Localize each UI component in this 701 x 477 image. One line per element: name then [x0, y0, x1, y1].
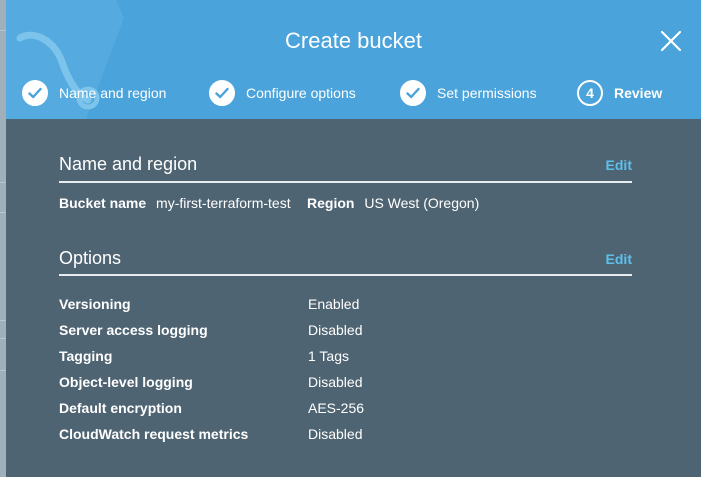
- step-label: Configure options: [246, 85, 356, 101]
- section-title-options: Options: [59, 248, 122, 268]
- option-label-cloudwatch-metrics: CloudWatch request metrics: [59, 426, 249, 442]
- step-set-permissions[interactable]: Set permissions: [400, 78, 537, 108]
- region-label: Region: [307, 195, 355, 211]
- step-label: Review: [614, 85, 663, 101]
- option-label-versioning: Versioning: [59, 296, 131, 312]
- option-label-object-level-logging: Object-level logging: [59, 374, 193, 390]
- section-title-name-region: Name and region: [59, 154, 198, 174]
- bucket-name-label: Bucket name: [59, 195, 147, 211]
- wizard-steps: Name and region Configure options Set pe…: [6, 78, 701, 108]
- option-label-server-access-logging: Server access logging: [59, 322, 208, 338]
- modal-title: Create bucket: [285, 28, 422, 53]
- checkmark-icon: [209, 80, 235, 106]
- create-bucket-modal: Create bucket Name and region Configure …: [6, 0, 701, 477]
- option-value-object-level-logging: Disabled: [308, 374, 363, 390]
- option-value-versioning: Enabled: [308, 296, 360, 312]
- step-number: 4: [577, 80, 603, 106]
- step-label: Name and region: [59, 85, 167, 101]
- step-label: Set permissions: [437, 85, 537, 101]
- edit-name-region-link[interactable]: Edit: [606, 157, 632, 173]
- step-configure-options[interactable]: Configure options: [209, 78, 356, 108]
- bucket-name-row: Bucket name my-first-terraform-test: [59, 195, 291, 211]
- section-divider: [59, 181, 632, 183]
- region-row: Region US West (Oregon): [307, 195, 479, 211]
- option-value-server-access-logging: Disabled: [308, 322, 363, 338]
- section-divider: [59, 274, 632, 276]
- modal-header: Create bucket Name and region Configure …: [6, 0, 701, 119]
- close-icon[interactable]: [659, 29, 683, 53]
- option-value-cloudwatch-metrics: Disabled: [308, 426, 363, 442]
- option-label-tagging: Tagging: [59, 348, 113, 364]
- checkmark-icon: [22, 80, 48, 106]
- step-review[interactable]: 4 Review: [577, 78, 662, 108]
- option-value-tagging: 1 Tags: [308, 348, 349, 364]
- option-label-default-encryption: Default encryption: [59, 400, 182, 416]
- edit-options-link[interactable]: Edit: [606, 251, 632, 267]
- step-name-and-region[interactable]: Name and region: [22, 78, 166, 108]
- region-value: US West (Oregon): [364, 195, 480, 211]
- checkmark-icon: [400, 80, 426, 106]
- option-value-default-encryption: AES-256: [308, 400, 365, 416]
- bucket-name-value: my-first-terraform-test: [156, 195, 291, 211]
